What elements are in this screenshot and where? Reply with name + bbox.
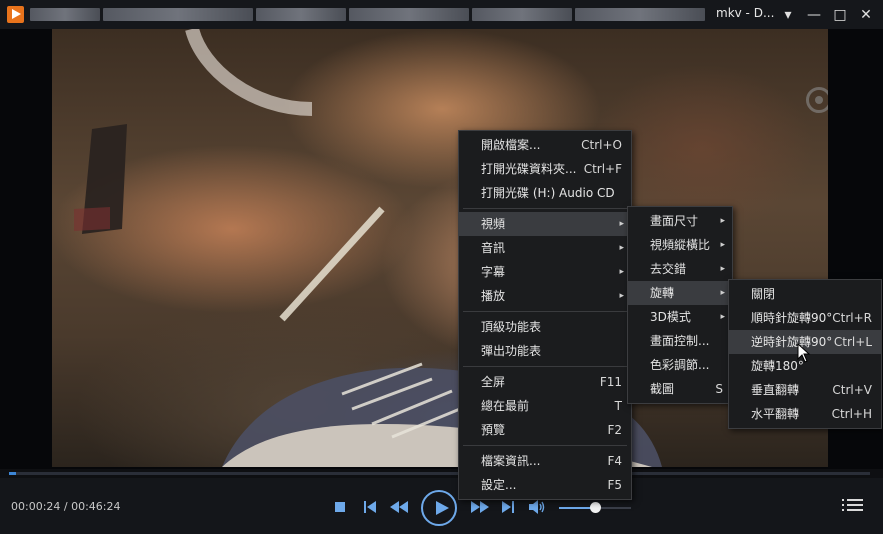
menu-separator — [463, 311, 627, 312]
menu-item-file-info[interactable]: 檔案資訊... F4 — [459, 449, 631, 473]
menu-item-settings[interactable]: 設定... F5 — [459, 473, 631, 497]
submenu-arrow-icon: ▸ — [619, 267, 624, 277]
volume-slider[interactable] — [559, 502, 631, 513]
volume-icon[interactable] — [528, 498, 548, 516]
menu-separator — [463, 208, 627, 209]
menu-item-flip-horizontal[interactable]: 水平翻轉 Ctrl+H — [729, 402, 881, 426]
minimize-button[interactable]: — — [801, 0, 827, 29]
menu-item-audio[interactable]: 音訊 ▸ — [459, 236, 631, 260]
menu-item-screenshot[interactable]: 截圖 S — [628, 377, 732, 401]
control-bar: 00:00:24 / 00:46:24 — [0, 478, 883, 534]
menu-item-rotate-cw90[interactable]: 順時針旋轉90° Ctrl+R — [729, 306, 881, 330]
menu-item-top-menu[interactable]: 頂級功能表 — [459, 315, 631, 339]
menu-item-picture-control[interactable]: 畫面控制... — [628, 329, 732, 353]
previous-icon[interactable] — [362, 498, 378, 516]
menu-item-color-adjust[interactable]: 色彩調節... — [628, 353, 732, 377]
menu-item-frame-size[interactable]: 畫面尺寸 ▸ — [628, 209, 732, 233]
menu-item-flip-vertical[interactable]: 垂直翻轉 Ctrl+V — [729, 378, 881, 402]
app-logo-icon[interactable] — [7, 6, 24, 23]
time-display: 00:00:24 / 00:46:24 — [11, 500, 121, 513]
menu-item-popup-menu[interactable]: 彈出功能表 — [459, 339, 631, 363]
submenu-arrow-icon: ▸ — [619, 219, 624, 229]
playlist-icon[interactable] — [842, 499, 863, 513]
menu-item-playback[interactable]: 播放 ▸ — [459, 284, 631, 308]
menu-item-deinterlace[interactable]: 去交錯 ▸ — [628, 257, 732, 281]
fast-forward-icon[interactable] — [469, 498, 491, 516]
blurred-filename — [30, 8, 712, 21]
seek-bar[interactable] — [9, 472, 870, 475]
channel-logo — [806, 87, 828, 113]
menu-item-preview[interactable]: 預覽 F2 — [459, 418, 631, 442]
rewind-icon[interactable] — [388, 498, 410, 516]
volume-knob[interactable] — [590, 502, 601, 513]
close-button[interactable]: ✕ — [853, 0, 879, 29]
title-bar: mkv - D... ▾ — □ ✕ — [0, 0, 883, 29]
submenu-arrow-icon: ▸ — [619, 243, 624, 253]
menu-item-aspect-ratio[interactable]: 視頻縱橫比 ▸ — [628, 233, 732, 257]
next-icon[interactable] — [500, 498, 516, 516]
menu-item-fullscreen[interactable]: 全屏 F11 — [459, 370, 631, 394]
menu-item-open-folder[interactable]: 打開光碟資料夾... Ctrl+F — [459, 157, 631, 181]
menu-dropdown-icon[interactable]: ▾ — [775, 0, 801, 29]
menu-item-always-on-top[interactable]: 總在最前 T — [459, 394, 631, 418]
menu-separator — [463, 445, 627, 446]
submenu-arrow-icon: ▸ — [720, 264, 725, 274]
stop-icon[interactable] — [334, 498, 346, 516]
menu-item-3d-mode[interactable]: 3D模式 ▸ — [628, 305, 732, 329]
submenu-arrow-icon: ▸ — [720, 288, 725, 298]
submenu-arrow-icon: ▸ — [619, 291, 624, 301]
submenu-arrow-icon: ▸ — [720, 312, 725, 322]
play-icon[interactable] — [421, 490, 457, 526]
context-menu-main: 開啟檔案... Ctrl+O 打開光碟資料夾... Ctrl+F 打開光碟 (H:)… — [458, 130, 632, 500]
seek-bar-fill — [9, 472, 17, 475]
window-title: mkv - D... — [716, 6, 775, 20]
window-controls: ▾ — □ ✕ — [775, 0, 879, 29]
menu-item-subtitle[interactable]: 字幕 ▸ — [459, 260, 631, 284]
menu-item-video[interactable]: 視頻 ▸ — [459, 212, 631, 236]
menu-item-open-disc[interactable]: 打開光碟 (H:) Audio CD — [459, 181, 631, 205]
submenu-arrow-icon: ▸ — [720, 240, 725, 250]
submenu-arrow-icon: ▸ — [720, 216, 725, 226]
menu-item-rotate[interactable]: 旋轉 ▸ — [628, 281, 732, 305]
menu-separator — [463, 366, 627, 367]
maximize-button[interactable]: □ — [827, 0, 853, 29]
context-menu-video: 畫面尺寸 ▸ 視頻縱橫比 ▸ 去交錯 ▸ 旋轉 ▸ 3D模式 ▸ 畫面控制... 色彩調節… — [627, 206, 733, 404]
menu-item-rotate-off[interactable]: 關閉 — [729, 282, 881, 306]
menu-item-open-file[interactable]: 開啟檔案... Ctrl+O — [459, 133, 631, 157]
